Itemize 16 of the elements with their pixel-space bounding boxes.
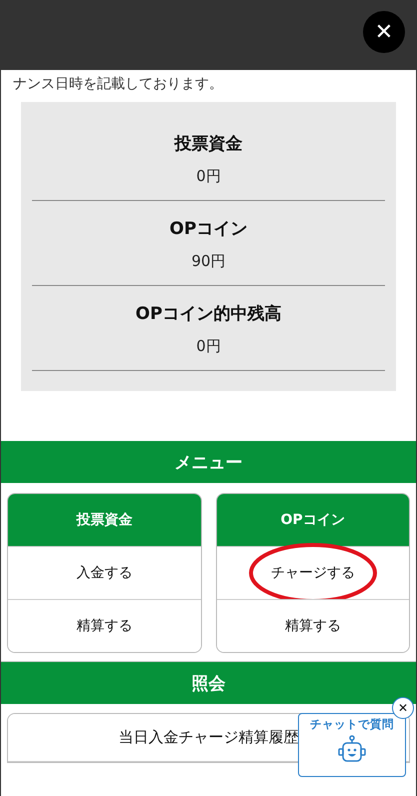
balance-label: 投票資金 [174, 133, 242, 155]
balance-label: OPコイン的中残高 [136, 303, 282, 325]
chat-widget[interactable]: チャットで質問 [298, 713, 406, 777]
card-title: OPコイン [280, 511, 345, 529]
robot-icon [337, 735, 367, 765]
section-title: 照会 [192, 672, 226, 694]
close-button[interactable]: ✕ [363, 11, 405, 53]
balance-value: 0円 [196, 167, 221, 186]
intro-text: ナンス日時を記載しております。 [12, 75, 224, 94]
balance-value: 90円 [191, 252, 226, 271]
chat-label: チャットで質問 [310, 717, 394, 732]
balance-value: 0円 [196, 337, 221, 356]
card-title: 投票資金 [76, 511, 132, 529]
balance-label: OPコイン [170, 218, 248, 240]
menu-item[interactable]: 精算する [216, 600, 409, 652]
section-title: メニュー [174, 452, 242, 474]
